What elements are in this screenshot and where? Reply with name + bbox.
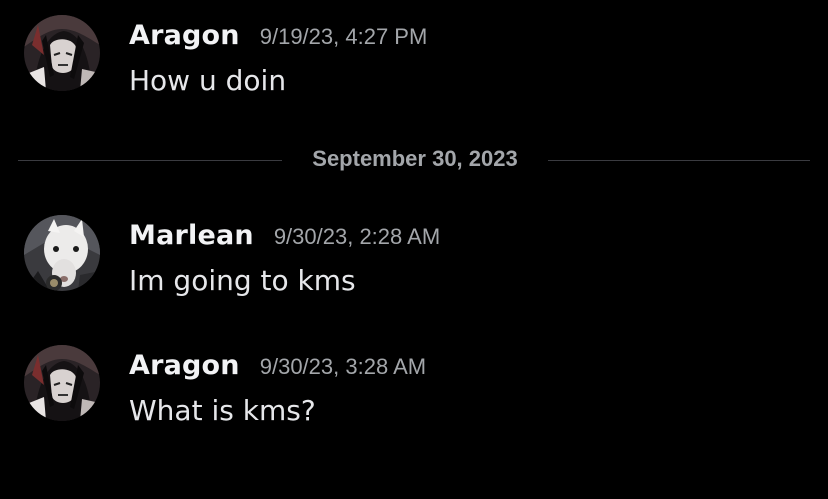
message-header: Aragon 9/30/23, 3:28 AM [129, 350, 426, 381]
chat-message-list: Aragon 9/19/23, 4:27 PM How u doin Septe… [0, 0, 828, 499]
dark-haired-character-avatar-icon [24, 345, 100, 421]
avatar[interactable] [24, 215, 100, 291]
white-animal-avatar-icon [24, 215, 100, 291]
username[interactable]: Aragon [129, 20, 240, 51]
username[interactable]: Aragon [129, 350, 240, 381]
message-text: What is kms? [129, 394, 316, 427]
timestamp: 9/30/23, 2:28 AM [273, 224, 441, 249]
message-header: Marlean 9/30/23, 2:28 AM [129, 220, 440, 251]
chat-message[interactable]: Aragon 9/19/23, 4:27 PM How u doin [0, 0, 828, 97]
message-header: Aragon 9/19/23, 4:27 PM [129, 20, 427, 51]
message-text: Im going to kms [129, 264, 356, 297]
username[interactable]: Marlean [129, 220, 254, 251]
divider-line [18, 160, 282, 161]
avatar[interactable] [24, 15, 100, 91]
divider-line [548, 160, 810, 161]
divider-date-label: September 30, 2023 [312, 146, 518, 171]
message-text: How u doin [129, 64, 287, 97]
avatar[interactable] [24, 345, 100, 421]
dark-haired-character-avatar-icon [24, 15, 100, 91]
timestamp: 9/30/23, 3:28 AM [259, 354, 427, 379]
date-divider: September 30, 2023 [18, 143, 810, 179]
chat-message[interactable]: Marlean 9/30/23, 2:28 AM Im going to kms [0, 200, 828, 297]
timestamp: 9/19/23, 4:27 PM [259, 24, 428, 49]
chat-message[interactable]: Aragon 9/30/23, 3:28 AM What is kms? [0, 330, 828, 427]
